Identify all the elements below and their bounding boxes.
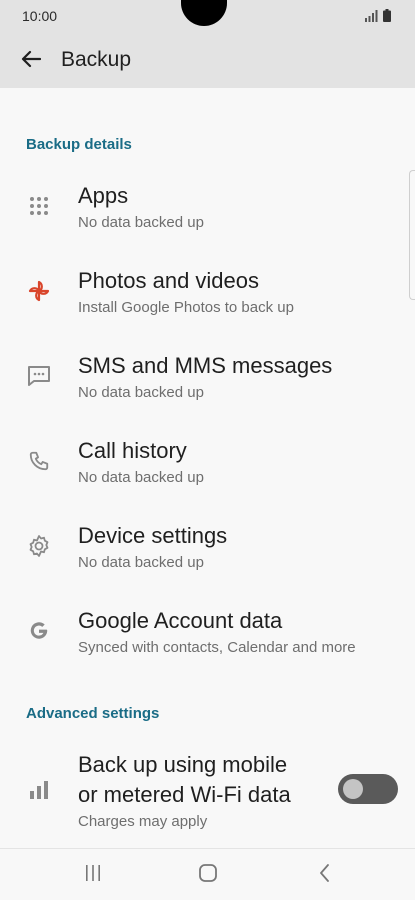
battery-icon [383,9,391,27]
item-subtitle: Install Google Photos to back up [78,299,294,316]
list-item-call-history[interactable]: Call history No data backed up [0,438,415,518]
navigation-bar [0,848,415,900]
item-subtitle: Synced with contacts, Calendar and more [78,639,356,656]
item-subtitle: No data backed up [78,469,204,486]
section-header-backup-details: Backup details [26,136,132,153]
item-subtitle: No data backed up [78,214,204,231]
item-title: Device settings [78,523,228,548]
home-button[interactable] [193,863,223,887]
signal-bars-icon [26,776,52,802]
pinwheel-icon [26,278,52,304]
mobile-data-toggle[interactable] [338,774,398,804]
status-bar: 10:00 [0,0,415,34]
phone-icon [26,448,52,474]
list-item-sms-and-mms[interactable]: SMS and MMS messages No data backed up [0,353,415,433]
signal-icon [365,9,379,27]
app-bar: Backup [0,34,415,88]
nav-back-button[interactable] [310,863,340,887]
back-arrow-icon [21,50,42,73]
back-button[interactable] [16,46,46,76]
item-subtitle: No data backed up [78,384,204,401]
list-item-photos-and-videos[interactable]: Photos and videos Install Google Photos … [0,268,415,348]
item-title: Photos and videos [78,268,260,293]
list-item-apps[interactable]: Apps No data backed up [0,183,415,263]
item-title: SMS and MMS messages [78,353,333,378]
chevron-left-icon [318,863,332,887]
item-subtitle: Charges may apply [78,813,208,830]
list-item-backup-mobile-data[interactable]: Back up using mobile or metered Wi-Fi da… [0,752,415,842]
item-title-line2: or metered Wi-Fi data [78,782,291,807]
list-item-google-account-data[interactable]: Google Account data Synced with contacts… [0,608,415,688]
item-title: Apps [78,183,129,208]
gear-icon [26,533,52,559]
item-subtitle: No data backed up [78,554,204,571]
status-time: 10:00 [22,8,58,24]
google-g-icon [26,618,52,644]
message-icon [26,363,52,389]
page-title: Backup [61,48,132,71]
apps-grid-icon [26,193,52,219]
recent-apps-button[interactable] [78,863,108,887]
item-title: Google Account data [78,608,283,633]
status-icons [365,9,391,27]
item-title: Call history [78,438,187,463]
scroll-indicator[interactable] [409,170,415,300]
home-icon [199,863,217,887]
list-item-device-settings[interactable]: Device settings No data backed up [0,523,415,603]
section-header-advanced-settings: Advanced settings [26,705,160,722]
camera-notch [181,0,227,26]
item-title-line1: Back up using mobile [78,752,288,777]
backup-settings-list[interactable]: Backup details Apps No data backed up Ph… [0,88,415,848]
toggle-knob [343,779,363,799]
recent-apps-icon [84,864,102,887]
